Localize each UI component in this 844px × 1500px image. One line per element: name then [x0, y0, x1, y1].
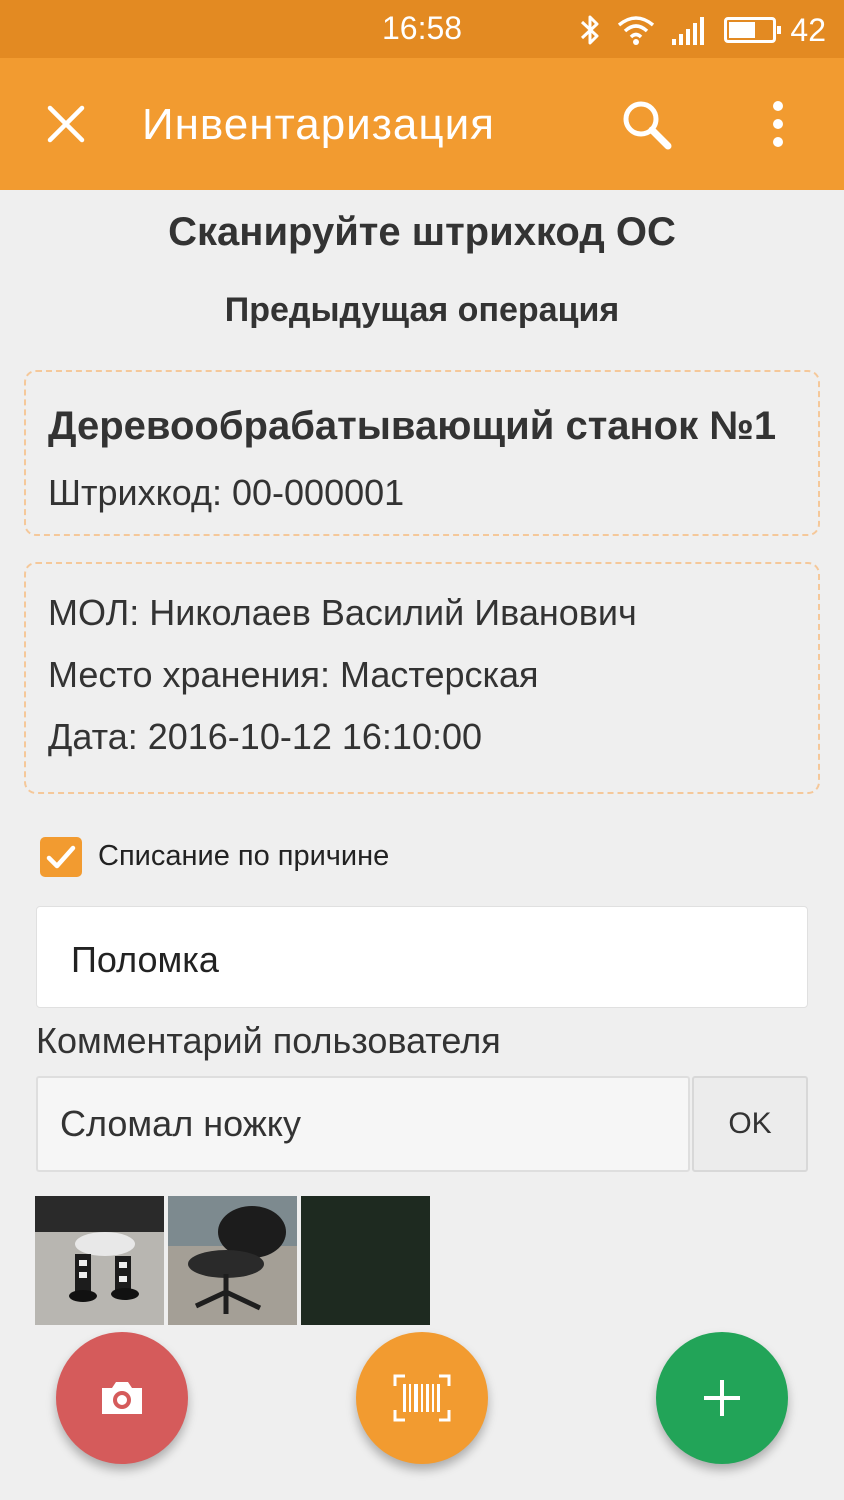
close-icon[interactable]: [44, 102, 88, 146]
scan-barcode-button[interactable]: [356, 1332, 488, 1464]
scan-prompt: Сканируйте штрихкод ОС: [168, 210, 676, 254]
asset-name: Деревообрабатывающий станок №1: [48, 404, 777, 448]
status-bar: 16:58 42: [0, 0, 844, 58]
barcode-scan-icon: [393, 1374, 451, 1422]
previous-operation-title: Предыдущая операция: [224, 291, 620, 329]
mol-text: МОЛ: Николаев Василий Иванович: [48, 592, 637, 633]
comment-label: Комментарий пользователя: [36, 1020, 501, 1061]
date-text: Дата: 2016-10-12 16:10:00: [48, 716, 483, 757]
photo-thumbnail[interactable]: [168, 1196, 297, 1325]
check-icon: [46, 845, 76, 869]
add-icon: [704, 1380, 740, 1416]
signal-icon: [672, 17, 705, 45]
asset-barcode: Штрихкод: 00-000001: [48, 472, 405, 513]
photo-thumbnail[interactable]: [301, 1196, 430, 1325]
more-vert-icon[interactable]: [770, 98, 786, 150]
app-bar: Инвентаризация: [0, 58, 844, 190]
reason-field[interactable]: Поломка: [36, 906, 808, 1008]
bluetooth-icon: [581, 15, 599, 45]
status-icons: 42: [578, 10, 826, 50]
details-card: МОЛ: Николаев Василий Иванович Место хра…: [24, 562, 820, 794]
battery-level: 42: [790, 11, 826, 48]
page-title: Инвентаризация: [142, 100, 496, 149]
wifi-icon: [618, 16, 655, 45]
status-time: 16:58: [382, 10, 463, 46]
reason-value: Поломка: [71, 939, 219, 980]
location-text: Место хранения: Мастерская: [48, 654, 539, 695]
writeoff-checkbox[interactable]: [40, 837, 82, 877]
battery-icon: [724, 17, 782, 43]
camera-button[interactable]: [56, 1332, 188, 1464]
search-icon[interactable]: [620, 98, 674, 152]
comment-input[interactable]: [36, 1076, 690, 1172]
add-button[interactable]: [656, 1332, 788, 1464]
camera-icon: [102, 1382, 142, 1414]
writeoff-label[interactable]: Списание по причине: [98, 840, 389, 873]
photo-thumbnail[interactable]: [35, 1196, 164, 1325]
asset-card: Деревообрабатывающий станок №1 Штрихкод:…: [24, 370, 820, 536]
ok-button[interactable]: OK: [692, 1076, 808, 1172]
